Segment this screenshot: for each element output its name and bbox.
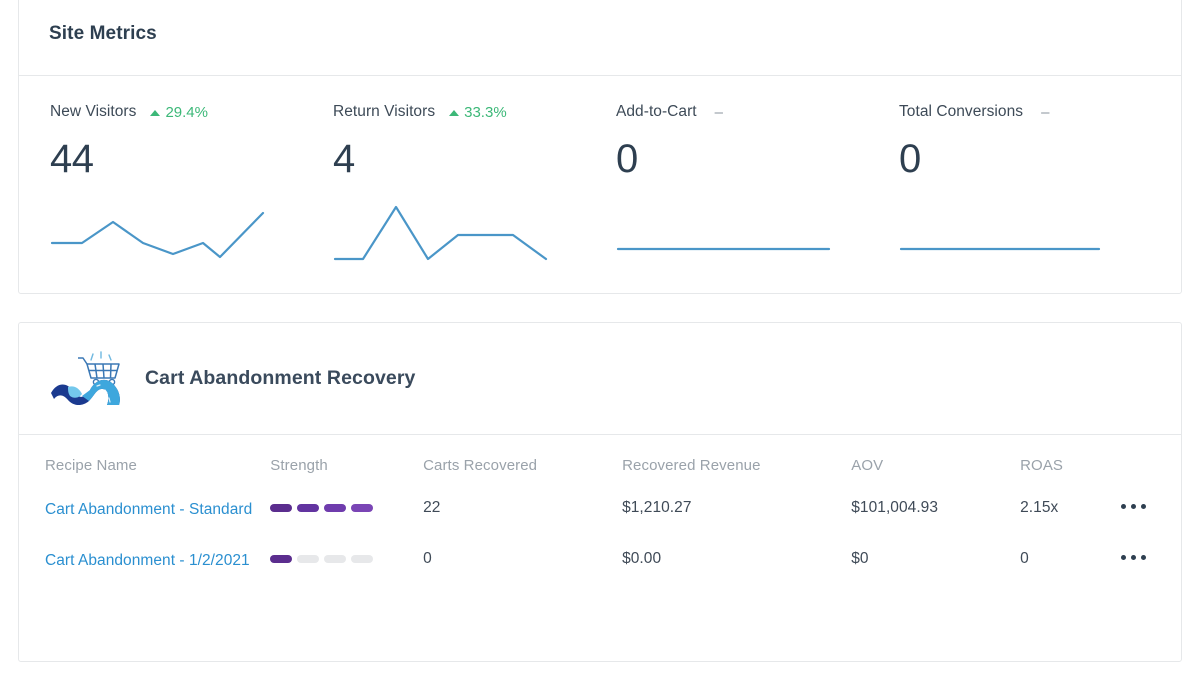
recipe-link[interactable]: Cart Abandonment - Standard [45, 499, 252, 521]
column-header-recovered-revenue: Recovered Revenue [622, 457, 761, 474]
column-header-strength: Strength [270, 457, 328, 474]
overflow-menu-icon[interactable] [1120, 504, 1181, 509]
metrics-row: New Visitors 29.4% 44 Return Visitors 33… [19, 76, 1181, 267]
sparkline-return-visitors [333, 197, 548, 267]
cell-aov: $101,004.93 [851, 499, 939, 516]
sparkline-total-conversions [899, 197, 1114, 267]
dot [1120, 504, 1126, 509]
dot [1130, 555, 1136, 560]
metric-delta-value: 33.3% [464, 103, 507, 121]
sparkline-new-visitors [50, 197, 265, 267]
metric-label: Add-to-Cart [616, 103, 697, 120]
metric-return-visitors: Return Visitors 33.3% 4 [302, 102, 585, 267]
strength-segment [270, 555, 293, 563]
metric-delta: – [1041, 103, 1050, 121]
strength-segment [324, 504, 347, 512]
cart-abandonment-recovery-card: Cart Abandonment Recovery Recipe Name St… [18, 322, 1182, 662]
cart-recovery-title: Cart Abandonment Recovery [145, 367, 416, 389]
metric-head: Return Visitors 33.3% [333, 102, 585, 122]
cell-actions [1120, 535, 1181, 586]
recipe-link[interactable]: Cart Abandonment - 1/2/2021 [45, 550, 250, 572]
cart-recovery-header: Cart Abandonment Recovery [19, 323, 1181, 435]
cell-actions [1120, 484, 1181, 535]
metric-label: New Visitors [50, 103, 137, 120]
cell-roas: 0 [1020, 550, 1029, 567]
cell-recipe-name: Cart Abandonment - 1/2/2021 [19, 535, 270, 586]
table-row: Cart Abandonment - 1/2/2021 0 $0.00 $0 0 [19, 535, 1181, 586]
metric-new-visitors: New Visitors 29.4% 44 [19, 102, 302, 267]
strength-segment [270, 504, 293, 512]
cell-roas: 2.15x [1020, 499, 1059, 516]
metric-delta: 33.3% [449, 104, 507, 121]
overflow-menu-icon[interactable] [1120, 555, 1181, 560]
strength-meter [270, 555, 423, 563]
metric-total-conversions: Total Conversions – 0 [868, 102, 1151, 267]
arrow-up-icon [150, 109, 161, 116]
metric-value: 4 [333, 137, 355, 181]
cell-carts-recovered: 22 [423, 499, 441, 516]
metric-delta: 29.4% [150, 104, 208, 121]
cell-recipe-name: Cart Abandonment - Standard [19, 484, 270, 535]
metric-value: 0 [616, 137, 638, 181]
cell-carts-recovered: 0 [423, 550, 432, 567]
site-metrics-card: Site Metrics New Visitors 29.4% 44 Retur… [18, 0, 1182, 294]
table-header-row: Recipe Name Strength Carts Recovered Rec… [19, 435, 1181, 484]
metric-delta: – [714, 103, 724, 121]
metric-label: Total Conversions [899, 103, 1024, 120]
strength-meter [270, 504, 423, 512]
dot [1120, 555, 1126, 560]
column-header-aov: AOV [851, 457, 884, 474]
recipes-table: Recipe Name Strength Carts Recovered Rec… [19, 435, 1181, 586]
site-metrics-header: Site Metrics [19, 0, 1181, 76]
dot [1130, 504, 1136, 509]
metric-label: Return Visitors [333, 103, 436, 120]
shopping-cart-road-logo-icon [51, 350, 120, 405]
arrow-up-icon [449, 109, 460, 116]
cell-recovered-revenue: $1,210.27 [622, 499, 692, 516]
strength-segment [324, 555, 347, 563]
strength-segment [297, 555, 320, 563]
recipes-table-body: Cart Abandonment - Standard 22 $1,210.27… [19, 484, 1181, 586]
column-header-carts-recovered: Carts Recovered [423, 457, 538, 474]
sparkline-add-to-cart [616, 197, 831, 267]
recipes-table-head: Recipe Name Strength Carts Recovered Rec… [19, 435, 1181, 484]
strength-segment [297, 504, 320, 512]
metric-head: Total Conversions – [899, 102, 1151, 122]
dashboard-page: Site Metrics New Visitors 29.4% 44 Retur… [0, 0, 1200, 675]
metric-delta-value: 29.4% [165, 103, 208, 121]
metric-value: 0 [899, 137, 921, 181]
dot [1140, 555, 1146, 560]
strength-segment [351, 555, 374, 563]
column-header-actions [1121, 435, 1181, 484]
column-header-roas: ROAS [1020, 457, 1064, 474]
metric-add-to-cart: Add-to-Cart – 0 [585, 102, 868, 267]
table-row: Cart Abandonment - Standard 22 $1,210.27… [19, 484, 1181, 535]
column-header-recipe-name: Recipe Name [45, 457, 137, 474]
strength-segment [351, 504, 374, 512]
page-title: Site Metrics [49, 23, 157, 44]
metric-head: Add-to-Cart – [616, 102, 868, 122]
cell-strength [270, 535, 423, 586]
metric-value: 44 [50, 137, 94, 181]
cell-aov: $0 [851, 550, 869, 567]
cell-strength [270, 484, 423, 535]
cell-recovered-revenue: $0.00 [622, 550, 662, 567]
metric-head: New Visitors 29.4% [50, 102, 302, 122]
dot [1140, 504, 1146, 509]
